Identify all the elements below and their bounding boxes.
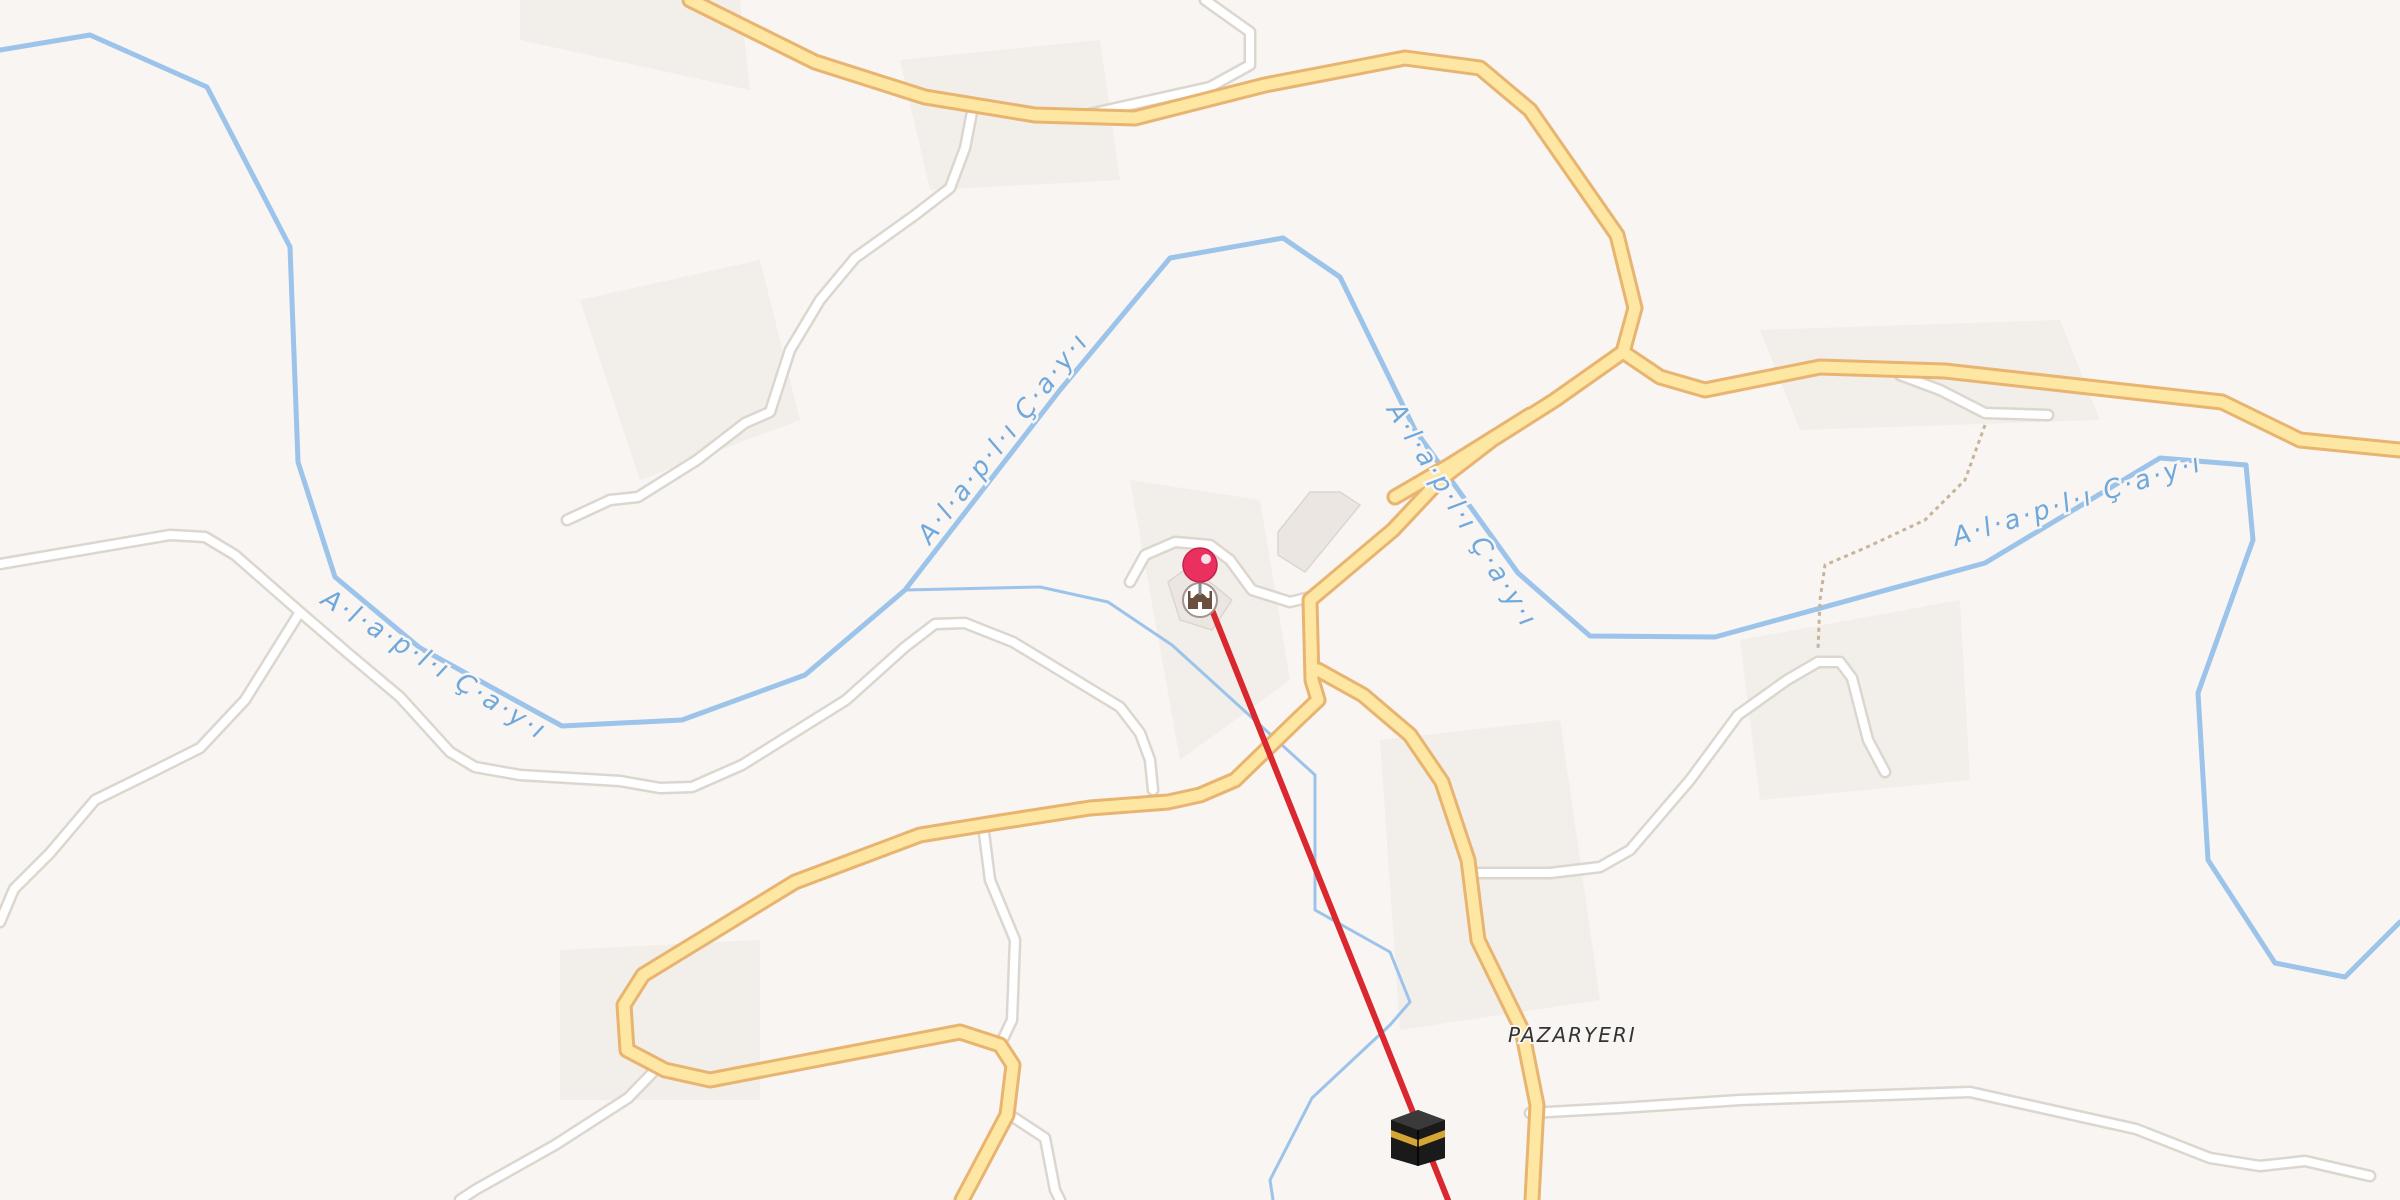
kaaba-icon[interactable] — [1391, 1110, 1445, 1166]
map-canvas[interactable]: A·l·a·p·l·ı Ç·a·y·ı A·l·a·p·l·ı Ç·a·y·ı … — [0, 0, 2400, 1200]
place-label-pazaryeri: PAZARYERI — [1508, 1023, 1637, 1047]
